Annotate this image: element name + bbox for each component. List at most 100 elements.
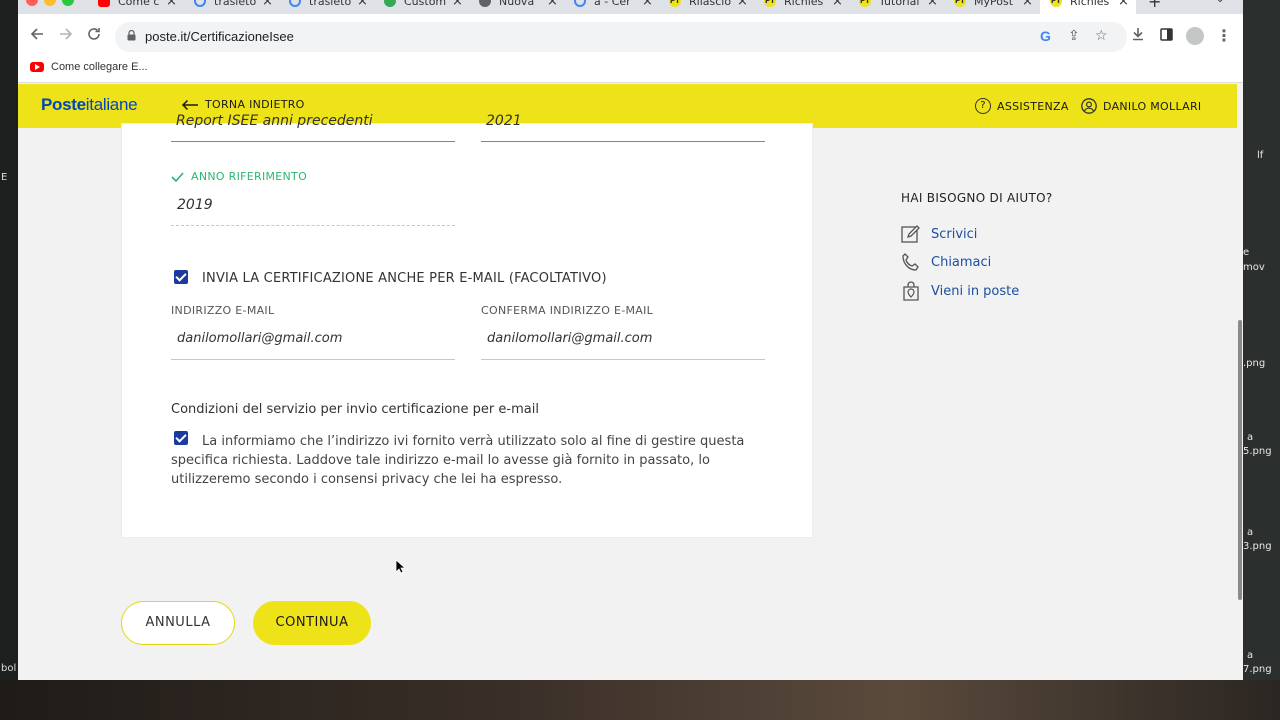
download-button[interactable] <box>1128 26 1148 46</box>
desktop-file-label: a <box>1247 527 1254 538</box>
tab-label: a - Cer <box>594 0 631 8</box>
arrow-left-icon <box>30 28 43 40</box>
help-write-link[interactable]: Scrivici <box>901 224 977 244</box>
continue-button[interactable]: CONTINUA <box>253 601 371 645</box>
check-icon <box>171 172 184 182</box>
tab-2[interactable]: trasleto × <box>194 0 284 14</box>
user-name: DANILO MOLLARI <box>1103 99 1202 113</box>
side-panel-icon <box>1159 28 1173 41</box>
bookmarks-bar: Come collegare E... <box>18 57 1243 83</box>
report-year-value[interactable]: 2021 <box>486 113 522 129</box>
tab-label: Tutorial <box>879 0 920 8</box>
field-underline <box>171 359 455 360</box>
tab-search-button[interactable]: ⌄ <box>1216 0 1232 14</box>
poste-icon: PT <box>764 0 776 7</box>
help-write-label: Scrivici <box>931 226 978 242</box>
privacy-checkbox[interactable] <box>174 431 188 445</box>
field-underline <box>481 141 765 142</box>
tab-3[interactable]: trasleto × <box>289 0 379 14</box>
desktop-wallpaper <box>0 680 1280 720</box>
youtube-icon <box>98 0 110 7</box>
desktop-file-label: a <box>1247 650 1254 661</box>
close-icon[interactable]: × <box>642 0 653 9</box>
avatar-icon <box>1186 27 1204 45</box>
star-icon[interactable]: ☆ <box>1095 28 1108 44</box>
user-menu[interactable]: DANILO MOLLARI <box>1081 98 1201 114</box>
close-icon[interactable]: × <box>1118 0 1129 9</box>
close-icon[interactable]: × <box>737 0 748 9</box>
tab-10[interactable]: PT MyPost × <box>954 0 1044 14</box>
poste-icon: PT <box>859 0 871 7</box>
desktop-file-label: 7.png <box>1243 664 1272 675</box>
pencil-icon <box>901 225 920 243</box>
back-link[interactable]: TORNA INDIETRO <box>181 98 305 111</box>
confirm-email-field[interactable]: danilomollari@gmail.com <box>487 331 652 346</box>
tab-6[interactable]: a - Cer × <box>574 0 664 14</box>
mouse-cursor-icon <box>395 559 405 574</box>
reload-button[interactable] <box>84 26 104 46</box>
profile-button[interactable] <box>1185 26 1205 46</box>
field-underline <box>481 359 765 360</box>
assistance-link[interactable]: ? ASSISTENZA <box>975 98 1069 114</box>
tab-4[interactable]: Custom × <box>384 0 474 14</box>
email-checkbox-label: INVIA LA CERTIFICAZIONE ANCHE PER E-MAIL… <box>202 271 607 286</box>
tab-active[interactable]: PT Richies × <box>1040 0 1136 14</box>
privacy-text-line: La informiamo che l’indirizzo ivi fornit… <box>202 434 745 449</box>
google-icon <box>194 0 206 7</box>
field-underline <box>171 141 455 142</box>
reload-icon <box>88 28 100 40</box>
side-panel-button[interactable] <box>1156 26 1176 46</box>
desktop-file-label: bol <box>1 663 17 674</box>
address-bar[interactable]: poste.it/CertificazioneIsee G ⇪ ☆ <box>115 22 1127 52</box>
back-label: TORNA INDIETRO <box>205 98 305 111</box>
tab-label: Rilascio <box>689 0 731 8</box>
tab-7[interactable]: PT Rilascio × <box>669 0 759 14</box>
email-checkbox[interactable] <box>174 270 188 284</box>
help-visit-label: Vieni in poste <box>931 283 1020 299</box>
new-tab-button[interactable]: + <box>1148 0 1168 14</box>
email-label: INDIRIZZO E-MAIL <box>171 304 275 317</box>
tab-9[interactable]: PT Tutorial × <box>859 0 949 14</box>
desktop-file-label: .png <box>1243 358 1266 369</box>
minimize-window-button[interactable] <box>44 0 56 6</box>
menu-button[interactable]: ⋮ <box>1214 26 1234 46</box>
help-call-link[interactable]: Chiamaci <box>901 252 991 272</box>
tab-label: Richies <box>1070 0 1110 8</box>
google-lens-icon[interactable]: G <box>1040 28 1051 44</box>
tab-8[interactable]: PT Richies × <box>764 0 854 14</box>
desktop-left-strip: E bol <box>0 0 18 720</box>
close-icon[interactable]: × <box>166 0 177 9</box>
email-field[interactable]: danilomollari@gmail.com <box>177 331 342 346</box>
tab-5[interactable]: Nuova × <box>479 0 569 14</box>
privacy-text-line: utilizzeremo secondo i consensi privacy … <box>171 472 563 487</box>
tab-1[interactable]: Come c × <box>98 0 188 14</box>
close-icon[interactable]: × <box>832 0 843 9</box>
desktop-right-strip: lf e mov .png a 5.png a 3.png a 7.png <box>1243 0 1280 720</box>
back-button[interactable] <box>27 26 47 46</box>
privacy-text-line: specifica richiesta. Laddove tale indiri… <box>171 453 710 468</box>
zoom-window-button[interactable] <box>62 0 74 6</box>
forward-button[interactable] <box>56 26 76 46</box>
chevron-down-icon: ⌄ <box>1216 0 1224 5</box>
close-icon[interactable]: × <box>927 0 938 9</box>
share-icon[interactable]: ⇪ <box>1068 28 1080 44</box>
close-icon[interactable]: × <box>262 0 273 9</box>
anno-value[interactable]: 2019 <box>177 197 213 213</box>
close-icon[interactable]: × <box>547 0 558 9</box>
report-type-value[interactable]: Report ISEE anni precedenti <box>176 113 373 129</box>
question-icon: ? <box>975 98 991 114</box>
page-scrollbar[interactable] <box>1237 84 1243 680</box>
close-icon[interactable]: × <box>452 0 463 9</box>
arrow-right-icon <box>60 28 73 40</box>
close-icon[interactable]: × <box>1022 0 1033 9</box>
scrollbar-thumb[interactable] <box>1238 320 1242 600</box>
tab-label: Nuova <box>499 0 535 8</box>
tab-label: Come c <box>118 0 160 8</box>
cancel-button[interactable]: ANNULLA <box>121 601 235 645</box>
google-icon <box>574 0 586 7</box>
close-icon[interactable]: × <box>357 0 368 9</box>
help-visit-link[interactable]: Vieni in poste <box>901 281 1019 301</box>
poste-italiane-logo[interactable]: Posteitaliane <box>41 95 138 115</box>
close-window-button[interactable] <box>26 0 38 6</box>
bookmark-item[interactable]: Come collegare E... <box>30 61 148 73</box>
